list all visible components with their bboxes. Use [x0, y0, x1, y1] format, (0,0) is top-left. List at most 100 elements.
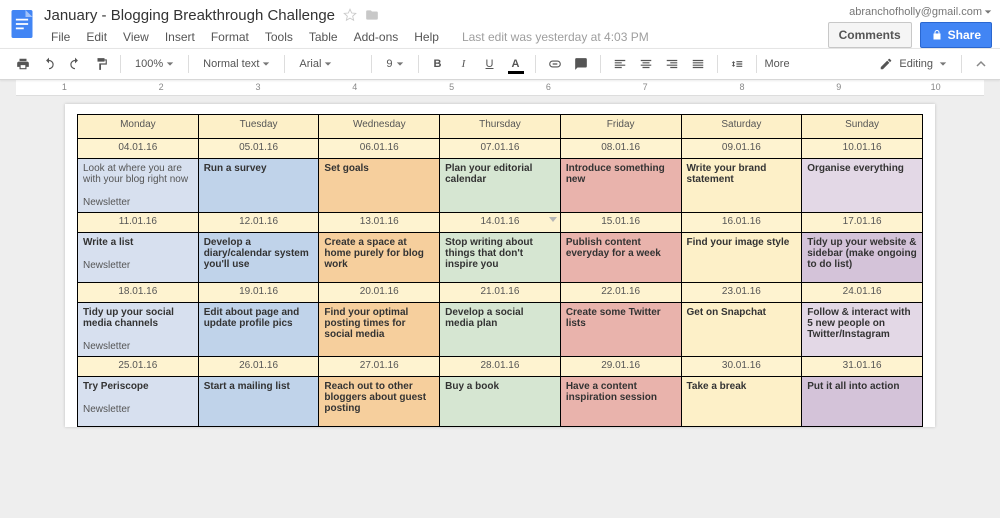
date-cell[interactable]: 25.01.16	[78, 357, 199, 377]
date-cell[interactable]: 31.01.16	[802, 357, 923, 377]
date-cell[interactable]: 30.01.16	[681, 357, 802, 377]
document-page[interactable]: MondayTuesdayWednesdayThursdayFridaySatu…	[65, 104, 935, 427]
star-icon[interactable]	[343, 8, 357, 22]
date-cell[interactable]: 24.01.16	[802, 283, 923, 303]
task-cell[interactable]: Introduce something new	[560, 159, 681, 213]
date-cell[interactable]: 23.01.16	[681, 283, 802, 303]
menu-help[interactable]: Help	[407, 28, 446, 46]
date-cell[interactable]: 28.01.16	[440, 357, 561, 377]
date-cell[interactable]: 12.01.16	[198, 213, 319, 233]
date-cell[interactable]: 17.01.16	[802, 213, 923, 233]
undo-button[interactable]	[38, 53, 60, 75]
paragraph-style-select[interactable]: Normal text	[197, 58, 276, 70]
date-cell[interactable]: 08.01.16	[560, 139, 681, 159]
editing-mode-button[interactable]: Editing	[873, 55, 953, 73]
task-cell[interactable]: Develop a social media plan	[440, 303, 561, 357]
date-cell[interactable]: 26.01.16	[198, 357, 319, 377]
task-cell[interactable]: Tidy up your social media channelsNewsle…	[78, 303, 199, 357]
insert-comment-button[interactable]	[570, 53, 592, 75]
align-right-button[interactable]	[661, 53, 683, 75]
zoom-select[interactable]: 100%	[129, 58, 180, 70]
task-cell[interactable]: Start a mailing list	[198, 377, 319, 427]
task-cell[interactable]: Have a content inspiration session	[560, 377, 681, 427]
menu-format[interactable]: Format	[204, 28, 256, 46]
insert-link-button[interactable]	[544, 53, 566, 75]
menu-table[interactable]: Table	[302, 28, 345, 46]
align-left-button[interactable]	[609, 53, 631, 75]
account-email[interactable]: abranchofholly@gmail.com	[849, 6, 992, 18]
lock-icon	[931, 29, 943, 41]
text-color-button[interactable]: A	[505, 53, 527, 75]
task-cell[interactable]: Create a space at home purely for blog w…	[319, 233, 440, 283]
redo-button[interactable]	[64, 53, 86, 75]
date-cell[interactable]: 20.01.16	[319, 283, 440, 303]
date-cell[interactable]: 14.01.16	[440, 213, 561, 233]
task-cell[interactable]: Create some Twitter lists	[560, 303, 681, 357]
date-cell[interactable]: 07.01.16	[440, 139, 561, 159]
task-cell[interactable]: Put it all into action	[802, 377, 923, 427]
task-cell[interactable]: Follow & interact with 5 new people on T…	[802, 303, 923, 357]
task-cell[interactable]: Buy a book	[440, 377, 561, 427]
date-cell[interactable]: 09.01.16	[681, 139, 802, 159]
menu-edit[interactable]: Edit	[79, 28, 114, 46]
date-cell[interactable]: 04.01.16	[78, 139, 199, 159]
task-cell[interactable]: Run a survey	[198, 159, 319, 213]
task-cell[interactable]: Get on Snapchat	[681, 303, 802, 357]
task-cell[interactable]: Publish content everyday for a week	[560, 233, 681, 283]
date-cell[interactable]: 11.01.16	[78, 213, 199, 233]
date-cell[interactable]: 06.01.16	[319, 139, 440, 159]
task-cell[interactable]: Find your image style	[681, 233, 802, 283]
task-cell[interactable]: Write your brand statement	[681, 159, 802, 213]
calendar-table[interactable]: MondayTuesdayWednesdayThursdayFridaySatu…	[77, 114, 923, 427]
menu-file[interactable]: File	[44, 28, 77, 46]
align-justify-button[interactable]	[687, 53, 709, 75]
task-cell[interactable]: Stop writing about things that don't ins…	[440, 233, 561, 283]
task-cell[interactable]: Find your optimal posting times for soci…	[319, 303, 440, 357]
docs-logo[interactable]	[6, 4, 38, 44]
last-edit-text[interactable]: Last edit was yesterday at 4:03 PM	[462, 30, 649, 44]
date-cell[interactable]: 18.01.16	[78, 283, 199, 303]
collapse-toolbar-button[interactable]	[974, 53, 988, 75]
date-cell[interactable]: 13.01.16	[319, 213, 440, 233]
folder-icon[interactable]	[365, 8, 379, 22]
task-cell[interactable]: Organise everything	[802, 159, 923, 213]
task-cell[interactable]: Set goals	[319, 159, 440, 213]
task-cell[interactable]: Take a break	[681, 377, 802, 427]
more-button[interactable]: More	[765, 58, 792, 70]
task-cell[interactable]: Develop a diary/calendar system you'll u…	[198, 233, 319, 283]
align-center-button[interactable]	[635, 53, 657, 75]
task-cell[interactable]: Try PeriscopeNewsletter	[78, 377, 199, 427]
font-select[interactable]: Arial	[293, 58, 363, 70]
document-title[interactable]: January - Blogging Breakthrough Challeng…	[44, 7, 335, 24]
paint-format-button[interactable]	[90, 53, 112, 75]
date-cell[interactable]: 19.01.16	[198, 283, 319, 303]
date-cell[interactable]: 22.01.16	[560, 283, 681, 303]
date-row: 11.01.1612.01.1613.01.1614.01.1615.01.16…	[78, 213, 923, 233]
date-cell[interactable]: 15.01.16	[560, 213, 681, 233]
underline-button[interactable]: U	[479, 53, 501, 75]
comments-button[interactable]: Comments	[828, 22, 912, 48]
date-cell[interactable]: 27.01.16	[319, 357, 440, 377]
menu-tools[interactable]: Tools	[258, 28, 300, 46]
task-cell[interactable]: Tidy up your website & sidebar (make ong…	[802, 233, 923, 283]
date-cell[interactable]: 10.01.16	[802, 139, 923, 159]
task-cell[interactable]: Plan your editorial calendar	[440, 159, 561, 213]
line-spacing-button[interactable]	[726, 53, 748, 75]
task-cell[interactable]: Write a listNewsletter	[78, 233, 199, 283]
date-cell[interactable]: 16.01.16	[681, 213, 802, 233]
task-cell[interactable]: Reach out to other bloggers about guest …	[319, 377, 440, 427]
menu-add-ons[interactable]: Add-ons	[347, 28, 406, 46]
italic-button[interactable]: I	[453, 53, 475, 75]
menu-insert[interactable]: Insert	[158, 28, 202, 46]
print-button[interactable]	[12, 53, 34, 75]
task-cell[interactable]: Look at where you are with your blog rig…	[78, 159, 199, 213]
date-cell[interactable]: 05.01.16	[198, 139, 319, 159]
date-cell[interactable]: 21.01.16	[440, 283, 561, 303]
font-size-select[interactable]: 9	[380, 58, 409, 70]
bold-button[interactable]: B	[427, 53, 449, 75]
share-button[interactable]: Share	[920, 22, 992, 48]
date-cell[interactable]: 29.01.16	[560, 357, 681, 377]
task-cell[interactable]: Edit about page and update profile pics	[198, 303, 319, 357]
menu-view[interactable]: View	[116, 28, 156, 46]
ruler[interactable]: 12345678910	[16, 80, 984, 96]
